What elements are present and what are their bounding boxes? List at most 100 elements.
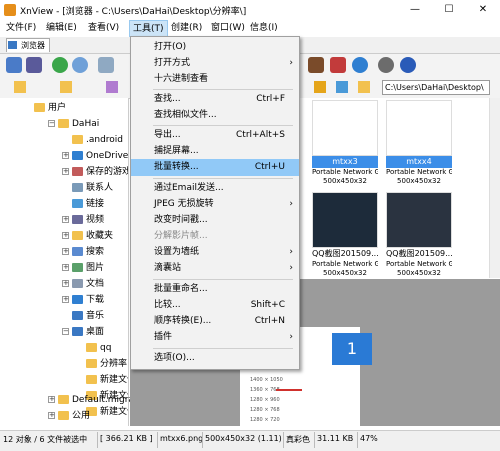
- tree-item[interactable]: Default.migrat: [58, 392, 137, 408]
- slideshow-icon[interactable]: [330, 57, 346, 73]
- menu-info[interactable]: 信息(I): [250, 20, 278, 37]
- submenu-arrow-icon: ›: [289, 58, 293, 68]
- menu-item-batch-convert[interactable]: 批量转换... Ctrl+U: [131, 159, 299, 176]
- menu-item-open[interactable]: 打开(O): [131, 39, 299, 56]
- menu-item-capture[interactable]: 捕捉屏幕...: [131, 143, 299, 160]
- tree-item[interactable]: 桌面: [72, 324, 104, 340]
- tree-item[interactable]: 图片: [72, 260, 104, 276]
- pictures-icon: [72, 263, 83, 272]
- browse-icon[interactable]: [6, 57, 22, 73]
- tree-item[interactable]: 公用: [58, 408, 90, 424]
- menu-item-timestamp[interactable]: 改变时间戳...: [131, 212, 299, 229]
- thumbnail[interactable]: mtxx4 Portable Network Gr... 500x450x32: [386, 100, 452, 186]
- path-input[interactable]: C:\Users\DaHai\Desktop\: [382, 80, 490, 95]
- filter-icon[interactable]: [314, 81, 326, 93]
- expand-icon[interactable]: +: [62, 152, 69, 159]
- tree-item[interactable]: 搜索: [72, 244, 104, 260]
- tree-item[interactable]: 视频: [72, 212, 104, 228]
- tree-item[interactable]: .android: [72, 132, 123, 148]
- expand-icon[interactable]: +: [62, 280, 69, 287]
- tree-item[interactable]: qq: [86, 340, 111, 356]
- tree-item[interactable]: 文档: [72, 276, 104, 292]
- star-rating-icon[interactable]: [358, 81, 370, 93]
- menu-item-batch-rename[interactable]: 批量重命名...: [131, 281, 299, 298]
- expand-icon[interactable]: +: [48, 412, 55, 419]
- thumbnail-name: mtxx3: [312, 156, 378, 168]
- onedrive-icon: [72, 151, 83, 160]
- batch-icon[interactable]: [308, 57, 324, 73]
- expand-icon[interactable]: +: [62, 264, 69, 271]
- settings-gear-icon[interactable]: [378, 57, 394, 73]
- tree-item[interactable]: 分辨率: [86, 356, 127, 372]
- menu-item-open-with[interactable]: 打开方式 ›: [131, 55, 299, 72]
- tree-item[interactable]: 保存的游戏: [72, 164, 128, 180]
- thumbnail[interactable]: mtxx3 Portable Network Gr... 500x450x32: [312, 100, 378, 186]
- close-button[interactable]: ✕: [466, 0, 500, 20]
- folder-icon: [58, 395, 69, 404]
- tree-item[interactable]: 新建文件: [86, 372, 128, 388]
- menu-item-find[interactable]: 查找... Ctrl+F: [131, 91, 299, 108]
- folders-icon[interactable]: [14, 81, 26, 93]
- tree-item[interactable]: 收藏夹: [72, 228, 113, 244]
- submenu-arrow-icon: ›: [289, 247, 293, 257]
- tree-item[interactable]: 音乐: [72, 308, 104, 324]
- thumbnail-scrollbar[interactable]: [489, 98, 500, 278]
- expand-icon[interactable]: +: [62, 232, 69, 239]
- tree-item-label: 搜索: [86, 247, 105, 257]
- menu-item-filters[interactable]: 滴囊站 ›: [131, 260, 299, 277]
- status-dimensions: 500x450x32 (1.11): [205, 434, 282, 443]
- menu-view[interactable]: 查看(V): [88, 20, 119, 37]
- tree-item[interactable]: OneDrive: [72, 148, 128, 164]
- minimize-button[interactable]: —: [398, 0, 432, 20]
- menu-file[interactable]: 文件(F): [6, 20, 36, 37]
- menu-item-compare[interactable]: 比较... Shift+C: [131, 297, 299, 314]
- tree-item[interactable]: 下载: [72, 292, 104, 308]
- collapse-icon[interactable]: −: [48, 120, 55, 127]
- menu-item-options[interactable]: 选项(O)...: [131, 350, 299, 367]
- web-icon[interactable]: [352, 57, 368, 73]
- menu-item-jpeg-rotate[interactable]: JPEG 无损旋转 ›: [131, 196, 299, 213]
- thumbnail-image: [386, 100, 452, 156]
- sync-icon[interactable]: [72, 57, 88, 73]
- expand-icon[interactable]: +: [62, 216, 69, 223]
- categories-icon[interactable]: [106, 81, 118, 93]
- collapse-icon[interactable]: −: [62, 328, 69, 335]
- expand-icon[interactable]: +: [62, 296, 69, 303]
- status-color-depth: 真彩色: [286, 435, 310, 444]
- thumbnail[interactable]: QQ截图201509... Portable Network Gr... 500…: [386, 192, 452, 278]
- favorites-icon[interactable]: [60, 81, 72, 93]
- tree-item[interactable]: 链接: [72, 196, 104, 212]
- scanner-icon[interactable]: [98, 57, 114, 73]
- tree-item[interactable]: 联系人: [72, 180, 113, 196]
- expand-icon[interactable]: +: [48, 396, 55, 403]
- menu-window[interactable]: 窗口(W): [211, 20, 245, 37]
- folder-icon: [86, 343, 97, 352]
- expand-icon[interactable]: +: [62, 168, 69, 175]
- folder-tree: 用户 − DaHai .android + OneDrive + 保存的游戏 联…: [0, 98, 129, 426]
- menu-item-export[interactable]: 导出... Ctrl+Alt+S: [131, 127, 299, 144]
- menu-item-wallpaper[interactable]: 设置为墙纸 ›: [131, 244, 299, 261]
- menu-tools[interactable]: 工具(T): [129, 20, 168, 37]
- menu-item-hex-view[interactable]: 十六进制查看: [131, 71, 299, 88]
- info-icon[interactable]: [400, 57, 416, 73]
- menu-item-plugins[interactable]: 插件 ›: [131, 329, 299, 346]
- maximize-button[interactable]: ☐: [432, 0, 466, 20]
- sort-icon[interactable]: [336, 81, 348, 93]
- menu-item-sequential-convert[interactable]: 顺序转换(E)... Ctrl+N: [131, 313, 299, 330]
- preview-line: 1280 × 768: [250, 407, 280, 413]
- expand-icon[interactable]: +: [62, 248, 69, 255]
- status-file-size: 31.11 KB: [317, 434, 354, 443]
- thumbnail-type: Portable Network Gr...: [312, 168, 378, 176]
- fullscreen-icon[interactable]: [26, 57, 42, 73]
- menu-create[interactable]: 创建(R): [171, 20, 202, 37]
- tree-item[interactable]: 用户: [34, 100, 66, 116]
- tree-item[interactable]: DaHai: [58, 116, 99, 132]
- refresh-icon[interactable]: [52, 57, 68, 73]
- tree-item-label: 桌面: [86, 327, 105, 337]
- menu-item-find-similar[interactable]: 查找相似文件...: [131, 107, 299, 124]
- thumbnail[interactable]: QQ截图201509... Portable Network Gr... 500…: [312, 192, 378, 278]
- submenu-arrow-icon: ›: [289, 199, 293, 209]
- preview-line: 1280 × 960: [250, 397, 280, 403]
- menu-edit[interactable]: 编辑(E): [46, 20, 77, 37]
- menu-item-email[interactable]: 通过Email发送...: [131, 180, 299, 197]
